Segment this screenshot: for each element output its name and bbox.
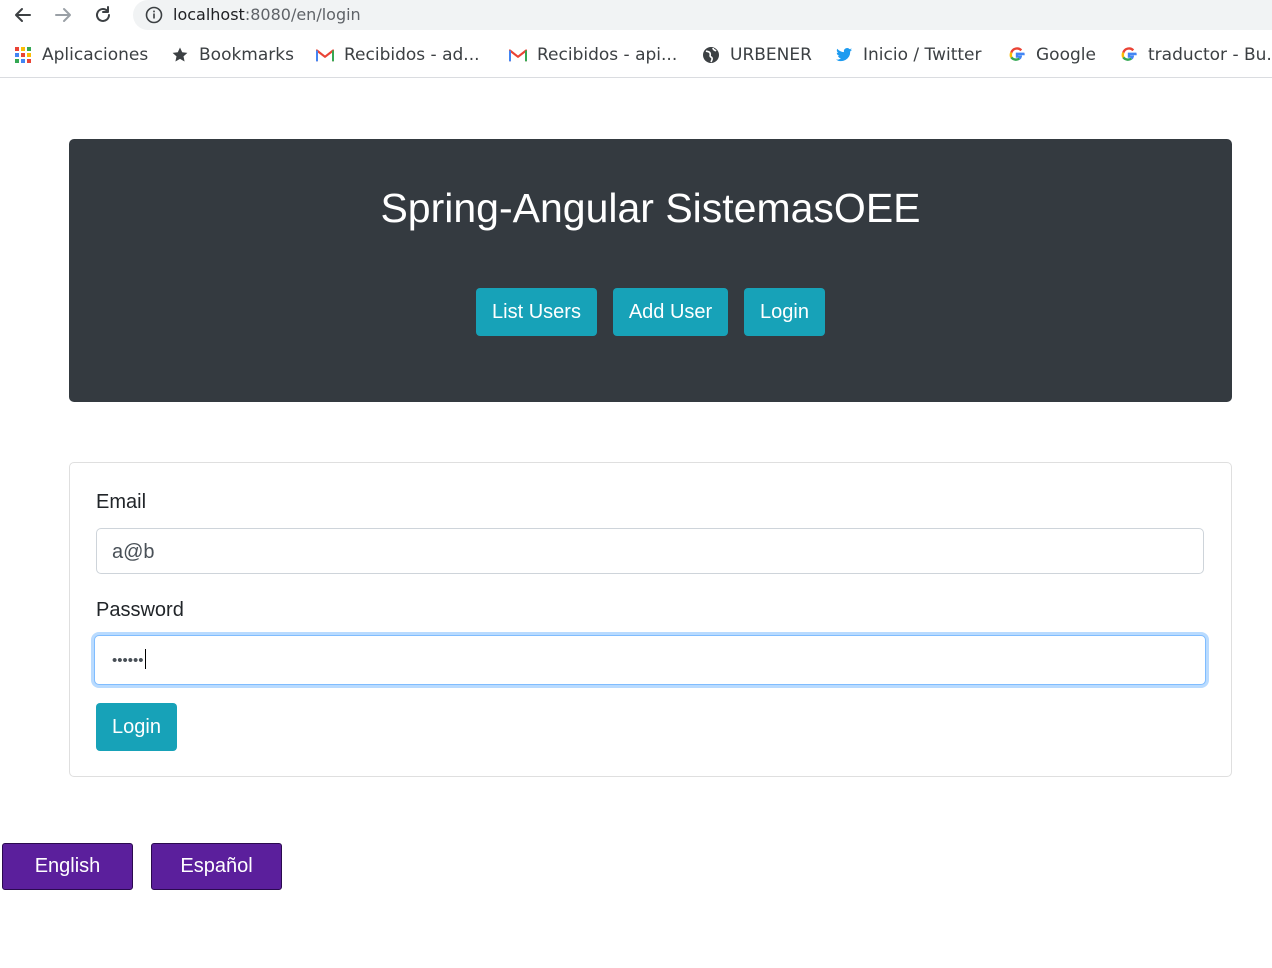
- google-icon: [1120, 46, 1138, 64]
- reload-icon[interactable]: [90, 2, 116, 28]
- bookmark-label: Recibidos - api...: [537, 45, 678, 65]
- url-text: localhost:8080/en/login: [173, 5, 361, 24]
- password-field[interactable]: ••••••: [94, 635, 1206, 685]
- header-jumbotron: [69, 139, 1232, 402]
- email-value: a@b: [112, 541, 155, 563]
- bookmark-label: Inicio / Twitter: [863, 45, 982, 65]
- globe-icon: [702, 46, 720, 64]
- login-submit-button[interactable]: Login: [96, 703, 177, 751]
- bookmarks-bar: Aplicaciones Bookmarks Recibidos - ad...…: [0, 38, 1272, 72]
- bookmark-label: traductor - Bu...: [1148, 45, 1272, 65]
- apps-grid-icon: [14, 46, 32, 64]
- text-cursor: [144, 649, 146, 669]
- star-icon: [171, 46, 189, 64]
- espanol-button[interactable]: Español: [151, 843, 282, 890]
- forward-arrow-icon[interactable]: [50, 2, 76, 28]
- bookmark-traductor[interactable]: traductor - Bu...: [1120, 38, 1272, 72]
- bookmark-twitter[interactable]: Inicio / Twitter: [835, 38, 982, 72]
- list-users-button[interactable]: List Users: [476, 288, 597, 336]
- gmail-icon: [316, 46, 334, 64]
- info-icon[interactable]: [145, 6, 163, 28]
- bookmark-urbener[interactable]: URBENER: [702, 38, 812, 72]
- english-button[interactable]: English: [2, 843, 133, 890]
- bookmark-aplicaciones[interactable]: Aplicaciones: [14, 38, 148, 72]
- page-title: Spring-Angular SistemasOEE: [380, 185, 921, 231]
- chrome-divider: [0, 77, 1272, 78]
- bookmark-label: Recibidos - ad...: [344, 45, 480, 65]
- bookmark-label: Bookmarks: [199, 45, 294, 65]
- twitter-icon: [835, 46, 853, 64]
- bookmark-label: URBENER: [730, 45, 812, 65]
- gmail-icon: [509, 46, 527, 64]
- bookmark-label: Aplicaciones: [42, 45, 149, 65]
- password-label: Password: [96, 599, 184, 621]
- bookmark-recibidos-ad[interactable]: Recibidos - ad...: [316, 38, 480, 72]
- google-icon: [1008, 46, 1026, 64]
- password-mask: ••••••: [112, 652, 144, 669]
- bookmark-bookmarks[interactable]: Bookmarks: [171, 38, 294, 72]
- browser-toolbar: localhost:8080/en/login: [0, 0, 1272, 30]
- bookmark-google[interactable]: Google: [1008, 38, 1096, 72]
- bookmark-recibidos-api[interactable]: Recibidos - api...: [509, 38, 677, 72]
- email-label: Email: [96, 491, 147, 513]
- address-bar[interactable]: localhost:8080/en/login: [133, 0, 1272, 30]
- add-user-button[interactable]: Add User: [613, 288, 728, 336]
- bookmark-label: Google: [1036, 45, 1096, 65]
- back-arrow-icon[interactable]: [10, 2, 36, 28]
- login-card: [69, 462, 1232, 777]
- login-nav-button[interactable]: Login: [744, 288, 825, 336]
- email-field[interactable]: a@b: [96, 528, 1204, 574]
- password-value: ••••••: [112, 649, 146, 673]
